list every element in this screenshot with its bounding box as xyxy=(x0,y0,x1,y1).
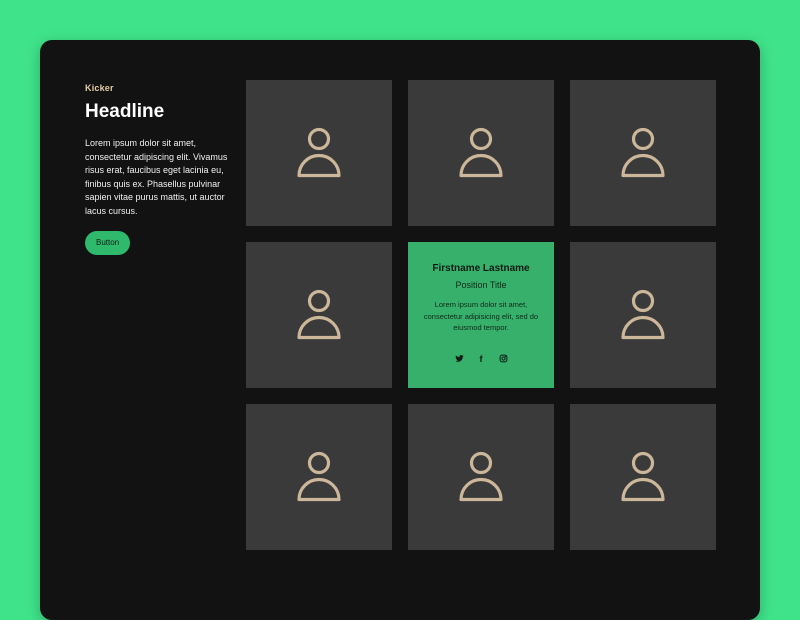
team-grid: Firstname Lastname Position Title Lorem … xyxy=(246,80,716,550)
facebook-icon: f xyxy=(480,354,483,364)
user-icon xyxy=(621,451,665,503)
twitter-icon xyxy=(455,354,464,363)
content-panel: Kicker Headline Lorem ipsum dolor sit am… xyxy=(40,40,760,620)
social-links: f xyxy=(454,354,508,364)
team-member-tile[interactable] xyxy=(570,80,716,226)
team-member-card-active[interactable]: Firstname Lastname Position Title Lorem … xyxy=(408,242,554,388)
team-member-tile[interactable] xyxy=(246,80,392,226)
intro-section: Kicker Headline Lorem ipsum dolor sit am… xyxy=(85,82,235,255)
user-icon xyxy=(297,289,341,341)
team-member-tile[interactable] xyxy=(408,404,554,550)
twitter-link[interactable] xyxy=(454,354,464,364)
primary-button[interactable]: Button xyxy=(85,231,130,255)
member-position: Position Title xyxy=(455,280,506,291)
user-icon xyxy=(297,451,341,503)
user-icon xyxy=(459,127,503,179)
user-icon xyxy=(621,289,665,341)
user-icon xyxy=(621,127,665,179)
member-bio: Lorem ipsum dolor sit amet, consectetur … xyxy=(408,299,554,334)
user-icon xyxy=(459,451,503,503)
team-member-tile[interactable] xyxy=(246,404,392,550)
user-icon xyxy=(297,127,341,179)
instagram-link[interactable] xyxy=(498,354,508,364)
member-name: Firstname Lastname xyxy=(432,263,529,275)
team-member-tile[interactable] xyxy=(570,242,716,388)
kicker-label: Kicker xyxy=(85,82,235,94)
intro-paragraph: Lorem ipsum dolor sit amet, consectetur … xyxy=(85,137,235,219)
facebook-link[interactable]: f xyxy=(476,354,486,364)
team-member-tile[interactable] xyxy=(570,404,716,550)
team-member-tile[interactable] xyxy=(408,80,554,226)
team-member-tile[interactable] xyxy=(246,242,392,388)
page-headline: Headline xyxy=(85,100,235,124)
instagram-icon xyxy=(499,354,508,363)
